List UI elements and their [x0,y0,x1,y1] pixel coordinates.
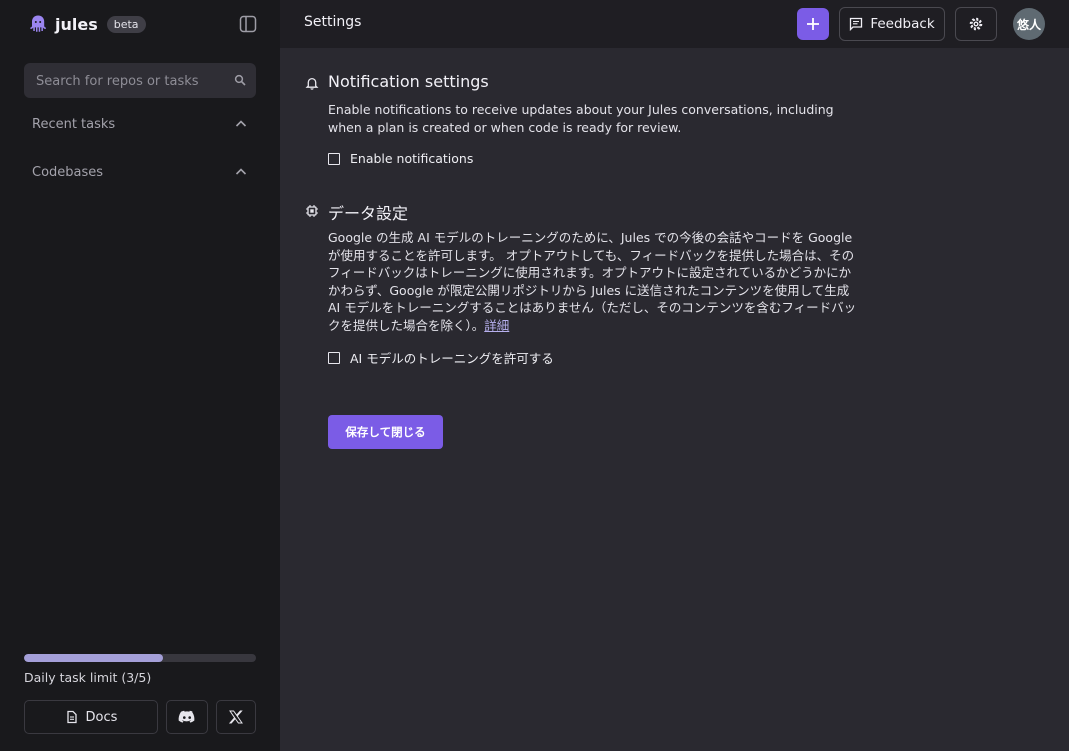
bell-icon [305,77,319,90]
document-icon [66,710,77,724]
feedback-icon [850,17,863,31]
search-box [24,63,256,100]
gear-icon [969,17,983,31]
x-twitter-button[interactable] [216,700,256,734]
sidebar-panel-icon [239,15,257,33]
details-link[interactable]: 詳細 [484,318,509,333]
codebases-header[interactable]: Codebases [32,162,248,182]
allow-training-label: AI モデルのトレーニングを許可する [350,351,554,366]
feedback-button[interactable]: Feedback [839,7,945,41]
sidebar-toggle-button[interactable] [238,14,258,34]
data-settings-description-text: Google の生成 AI モデルのトレーニングのために、Jules での今後の… [328,230,857,333]
chevron-up-icon [235,120,247,127]
x-logo-icon [229,710,243,724]
enable-notifications-label: Enable notifications [350,151,474,166]
docs-label: Docs [85,709,118,725]
new-task-button[interactable] [797,8,829,40]
jules-octopus-logo-icon [30,15,46,32]
sidebar: jules beta Recent tasks Codebases Daily … [0,0,280,751]
codebases-label: Codebases [32,164,104,180]
beta-badge: beta [106,15,146,33]
search-input[interactable] [34,63,228,100]
settings-button[interactable] [955,7,997,41]
brand[interactable]: jules beta [28,12,146,36]
chip-icon [306,205,318,217]
enable-notifications-row[interactable]: Enable notifications [328,151,473,166]
notification-description: Enable notifications to receive updates … [328,102,834,135]
notification-settings-title: Notification settings [328,72,489,91]
allow-training-checkbox[interactable] [328,351,340,364]
task-limit-label: Daily task limit (3/5) [24,670,152,685]
enable-notifications-checkbox[interactable] [328,152,340,165]
task-limit-progress [24,654,256,662]
chevron-up-icon [235,168,247,175]
recent-tasks-label: Recent tasks [32,116,116,132]
user-avatar[interactable]: 悠人 [1013,8,1045,40]
brand-name: jules [55,14,98,34]
feedback-label: Feedback [870,16,935,32]
recent-tasks-header[interactable]: Recent tasks [32,114,248,134]
allow-training-row[interactable]: AI モデルのトレーニングを許可する [328,348,554,367]
save-and-close-button[interactable]: 保存して閉じる [328,415,443,449]
docs-button[interactable]: Docs [24,700,158,734]
data-settings-title: データ設定 [328,204,409,223]
discord-button[interactable] [166,700,208,734]
plus-icon [807,18,819,30]
page-title: Settings [304,14,362,30]
top-header-bar [280,0,1069,48]
data-settings-description: Google の生成 AI モデルのトレーニングのために、Jules での今後の… [328,229,858,334]
discord-icon [178,710,195,723]
task-limit-progress-fill [24,654,164,662]
search-icon[interactable] [234,74,246,86]
